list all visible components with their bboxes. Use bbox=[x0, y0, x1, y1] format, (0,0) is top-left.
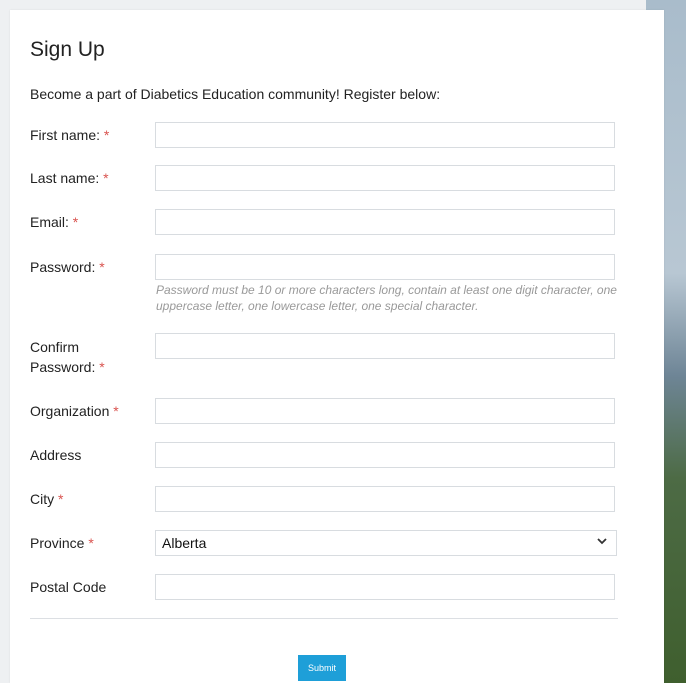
address-input[interactable] bbox=[155, 442, 615, 468]
postal-code-input[interactable] bbox=[155, 574, 615, 600]
required-mark: * bbox=[113, 403, 119, 419]
page-left-strip bbox=[0, 0, 10, 683]
required-mark: * bbox=[99, 359, 105, 375]
password-help-text: Password must be 10 or more characters l… bbox=[156, 283, 617, 313]
province-label: Province * bbox=[30, 535, 94, 551]
chevron-down-icon bbox=[596, 534, 608, 550]
province-select[interactable]: Alberta bbox=[155, 530, 617, 556]
required-mark: * bbox=[72, 214, 79, 230]
city-label: City * bbox=[30, 491, 64, 507]
confirm-password-label: Confirm Password: * bbox=[30, 339, 105, 375]
required-mark: * bbox=[103, 127, 110, 143]
organization-label: Organization * bbox=[30, 403, 119, 419]
organization-input[interactable] bbox=[155, 398, 615, 424]
signup-card: Sign Up Become a part of Diabetics Educa… bbox=[10, 10, 664, 683]
required-mark: * bbox=[103, 170, 109, 186]
intro-text: Become a part of Diabetics Education com… bbox=[30, 86, 441, 102]
city-input[interactable] bbox=[155, 486, 615, 512]
password-input[interactable] bbox=[155, 254, 615, 280]
required-mark: * bbox=[99, 259, 105, 275]
province-selected-value: Alberta bbox=[162, 535, 207, 551]
first-name-input[interactable] bbox=[155, 122, 615, 148]
last-name-input[interactable] bbox=[155, 165, 615, 191]
first-name-label: First name: * bbox=[30, 127, 110, 143]
required-mark: * bbox=[58, 491, 64, 507]
last-name-label: Last name: * bbox=[30, 170, 109, 186]
submit-button[interactable]: Submit bbox=[298, 655, 346, 681]
email-field[interactable] bbox=[155, 209, 615, 235]
password-label: Password: * bbox=[30, 259, 105, 275]
confirm-password-input[interactable] bbox=[155, 333, 615, 359]
address-label: Address bbox=[30, 447, 82, 463]
email-label: Email: * bbox=[30, 214, 79, 230]
page-top-strip bbox=[0, 0, 686, 10]
page-title: Sign Up bbox=[30, 38, 105, 61]
required-mark: * bbox=[88, 535, 94, 551]
form-divider bbox=[30, 618, 618, 619]
postal-code-label: Postal Code bbox=[30, 579, 107, 595]
